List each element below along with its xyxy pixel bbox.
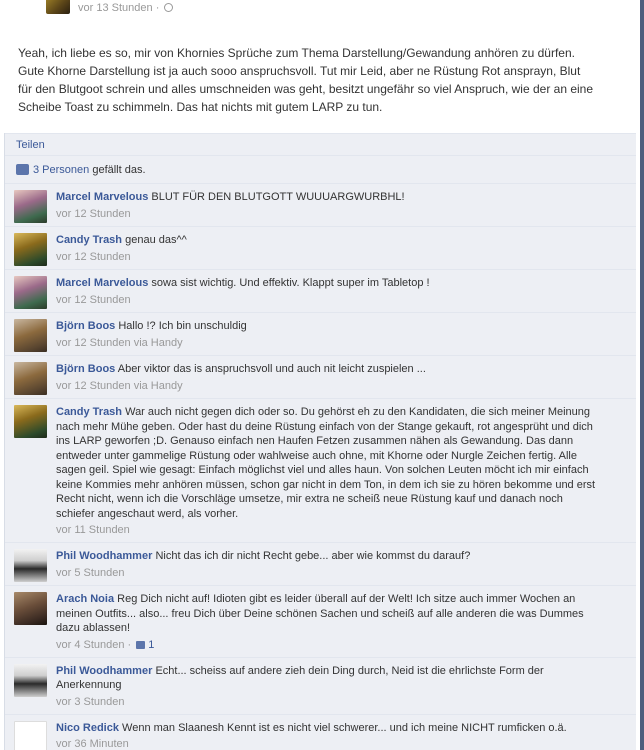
comment-item: Phil Woodhammer Echt... scheiss auf ande… (5, 656, 636, 714)
post-header: vor 13 Stunden · (0, 0, 640, 24)
comment-like-count[interactable]: 1 (148, 639, 154, 651)
comment-text: War auch nicht gegen dich oder so. Du ge… (56, 406, 596, 520)
comment-body: Marcel Marvelous BLUT FÜR DEN BLUTGOTT W… (56, 190, 604, 205)
likes-suffix: gefällt das. (92, 164, 146, 176)
comment-author[interactable]: Candy Trash (56, 406, 122, 418)
comment-text: Reg Dich nicht auf! Idioten gibt es leid… (56, 593, 584, 634)
comment-text: BLUT FÜR DEN BLUTGOTT WUUUARGWURBHL! (151, 191, 405, 203)
comment-author[interactable]: Phil Woodhammer (56, 550, 152, 562)
avatar[interactable] (14, 362, 47, 395)
comment-item: Marcel Marvelous sowa sist wichtig. Und … (5, 269, 636, 312)
comment-author[interactable]: Candy Trash (56, 234, 122, 246)
comment-time[interactable]: vor 12 Stunden (56, 251, 636, 263)
avatar[interactable] (14, 233, 47, 266)
comment-text: Nicht das ich dir nicht Recht gebe... ab… (155, 550, 471, 562)
likes-count-link[interactable]: 3 Personen (33, 164, 89, 176)
thumbs-up-icon (16, 164, 29, 175)
comment-body: Björn Boos Aber viktor das is anspruchsv… (56, 362, 604, 377)
post-time[interactable]: vor 13 Stunden (78, 2, 153, 14)
comment-via[interactable]: via Handy (134, 380, 183, 392)
comment-body: Björn Boos Hallo !? Ich bin unschuldig (56, 319, 604, 334)
comment-item: Candy Trash genau das^^ vor 12 Stunden (5, 226, 636, 269)
comment-time[interactable]: vor 12 Stunden (56, 294, 636, 306)
post-meta: vor 13 Stunden · (78, 2, 174, 14)
comment-time[interactable]: vor 36 Minuten (56, 738, 636, 750)
avatar[interactable] (14, 549, 47, 582)
avatar[interactable] (14, 592, 47, 625)
comment-body: Candy Trash genau das^^ (56, 233, 604, 248)
comment-body: Phil Woodhammer Nicht das ich dir nicht … (56, 549, 604, 564)
avatar[interactable] (14, 190, 47, 223)
comment-item: Björn Boos Aber viktor das is anspruchsv… (5, 355, 636, 398)
comment-time[interactable]: vor 12 Stunden (56, 380, 131, 392)
comment-text: Wenn man Slaanesh Kennt ist es nicht vie… (122, 721, 567, 734)
comment-time[interactable]: vor 4 Stunden (56, 639, 125, 651)
comment-item: Arach Noia Reg Dich nicht auf! Idioten g… (5, 585, 636, 657)
comment-via[interactable]: via Handy (134, 337, 183, 349)
comment-text: genau das^^ (125, 234, 187, 246)
avatar[interactable] (14, 276, 47, 309)
likes-row: 3 Personen gefällt das. (5, 155, 636, 183)
comment-time[interactable]: vor 12 Stunden (56, 208, 636, 220)
comment-author[interactable]: Nico Redick (56, 722, 119, 734)
share-row: Teilen (5, 133, 636, 155)
comment-item: Björn Boos Hallo !? Ich bin unschuldig v… (5, 312, 636, 355)
post-author-avatar[interactable] (46, 0, 70, 14)
comment-author[interactable]: Arach Noia (56, 593, 114, 605)
comments-section: Teilen 3 Personen gefällt das. Marcel Ma… (4, 133, 636, 750)
comment-author[interactable]: Marcel Marvelous (56, 191, 148, 203)
comment-body: Phil Woodhammer Echt... scheiss auf ande… (56, 664, 604, 693)
comment-body: Nico Redick Wenn man Slaanesh Kennt ist … (56, 721, 604, 736)
post-text: Yeah, ich liebe es so, mir von Khornies … (18, 46, 594, 114)
post-meta-dot: · (155, 2, 160, 14)
comment-item: Phil Woodhammer Nicht das ich dir nicht … (5, 542, 636, 585)
comment-author[interactable]: Björn Boos (56, 320, 115, 332)
comment-item: Candy Trash War auch nicht gegen dich od… (5, 398, 636, 542)
comment-time[interactable]: vor 3 Stunden (56, 696, 636, 708)
comment-author[interactable]: Phil Woodhammer (56, 665, 152, 677)
comment-text: sowa sist wichtig. Und effektiv. Klappt … (151, 277, 430, 289)
comment-text: Aber viktor das is anspruchsvoll und auc… (117, 363, 426, 375)
comment-item: Nico Redick Wenn man Slaanesh Kennt ist … (5, 713, 636, 750)
comment-text: Hallo !? Ich bin unschuldig (118, 320, 247, 332)
comment-body: Arach Noia Reg Dich nicht auf! Idioten g… (56, 592, 604, 636)
comment-time[interactable]: vor 5 Stunden (56, 567, 636, 579)
comment-time-row: vor 12 Stunden via Handy (56, 380, 636, 392)
avatar[interactable] (14, 720, 47, 750)
comment-time[interactable]: vor 11 Stunden (56, 524, 636, 536)
comment-author[interactable]: Björn Boos (56, 363, 115, 375)
comment-time[interactable]: vor 12 Stunden (56, 337, 131, 349)
avatar[interactable] (14, 663, 47, 697)
page-right-border (640, 0, 644, 750)
comment-time-row: vor 12 Stunden via Handy (56, 337, 636, 349)
avatar[interactable] (14, 405, 47, 438)
comment-time-row: vor 4 Stunden · 1 (56, 638, 155, 651)
share-link[interactable]: Teilen (16, 139, 45, 151)
comment-item: Marcel Marvelous BLUT FÜR DEN BLUTGOTT W… (5, 183, 636, 226)
comment-body: Candy Trash War auch nicht gegen dich od… (56, 405, 604, 521)
thumbs-up-icon (136, 640, 146, 649)
comment-body: Marcel Marvelous sowa sist wichtig. Und … (56, 276, 604, 291)
globe-icon (164, 3, 174, 12)
avatar[interactable] (14, 319, 47, 352)
comment-author[interactable]: Marcel Marvelous (56, 277, 148, 289)
